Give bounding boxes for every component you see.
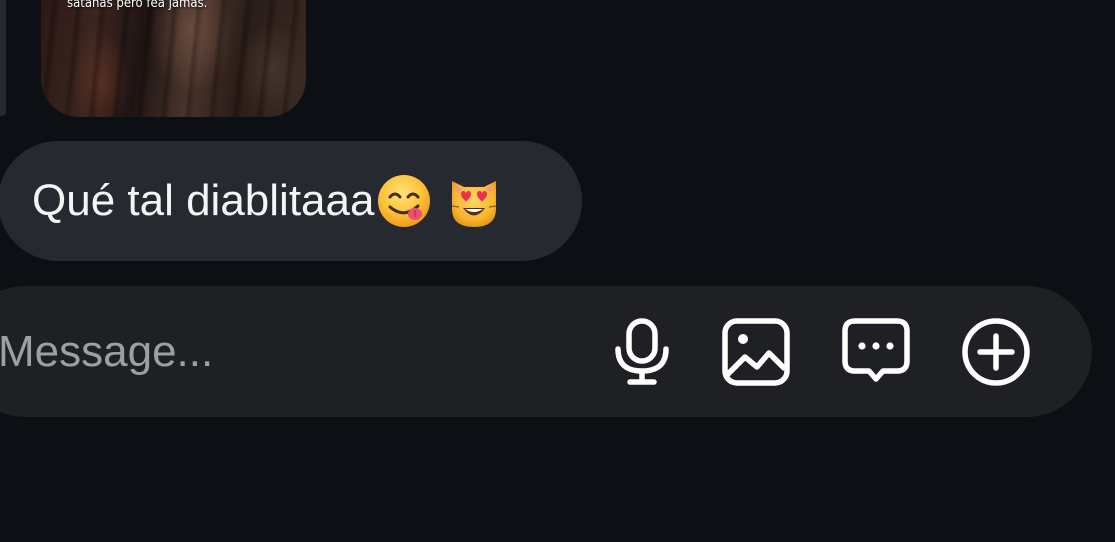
message-content: Qué tal diablitaaa (32, 173, 502, 229)
chat-screen: satanas pero fea jamas. Qué tal diablita… (0, 0, 1115, 542)
sticker-button[interactable] (836, 286, 916, 417)
previous-message-edge (0, 0, 6, 116)
media-image (41, 0, 306, 117)
media-caption: satanas pero fea jamas. (67, 0, 208, 11)
sticker-chat-icon (842, 317, 910, 382)
received-message-bubble[interactable]: Qué tal diablitaaa (0, 141, 582, 261)
microphone-icon (615, 317, 669, 385)
gallery-button[interactable] (716, 286, 796, 417)
message-text: Qué tal diablitaaa (32, 176, 375, 225)
more-options-button[interactable] (956, 286, 1036, 417)
smiling-cat-heart-eyes-icon (452, 181, 497, 227)
face-savoring-food-icon (378, 175, 431, 227)
add-circle-icon (962, 317, 1030, 386)
message-input[interactable] (0, 286, 558, 417)
image-icon (722, 317, 790, 386)
shared-media-preview[interactable]: satanas pero fea jamas. (41, 0, 306, 117)
message-composer (0, 286, 1092, 417)
voice-message-button[interactable] (602, 286, 682, 417)
